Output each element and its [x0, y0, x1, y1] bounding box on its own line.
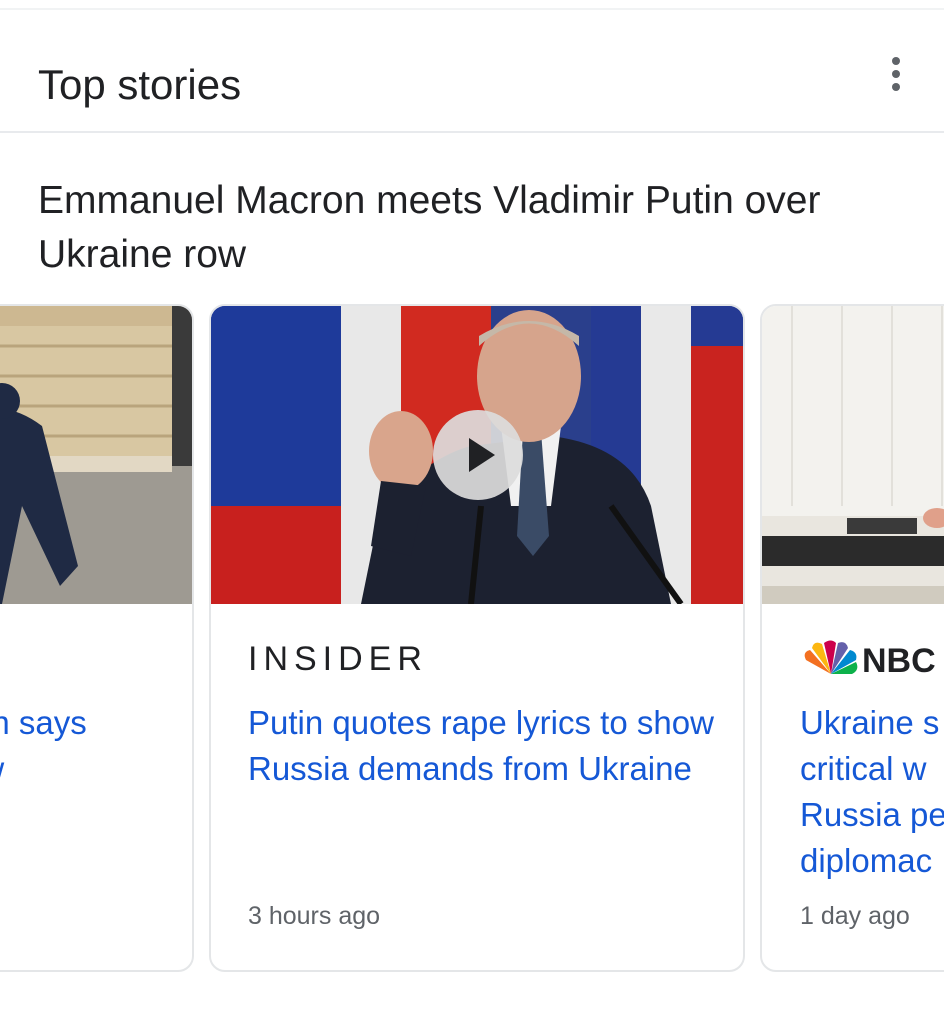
story-headline-1[interactable]: ron says ew	[0, 700, 162, 792]
nbc-peacock-icon	[804, 640, 858, 674]
story-headline-3-line2: critical w	[800, 750, 927, 787]
story-headline-1-line1: ron says	[0, 704, 87, 741]
story-heading[interactable]: Emmanuel Macron meets Vladimir Putin ove…	[38, 174, 918, 282]
source-logo-nbc: NBC	[800, 640, 936, 681]
story-card-2[interactable]: INSIDER Putin quotes rape lyrics to show…	[209, 304, 745, 972]
story-card-3[interactable]: NBC Ukraine s critical w Russia pe diplo…	[760, 304, 944, 972]
story-headline-3-line1: Ukraine s	[800, 704, 940, 741]
source-name-nbc: NBC	[862, 642, 936, 680]
story-headline-1-line2: ew	[0, 746, 162, 792]
story-headline-3[interactable]: Ukraine s critical w Russia pe diplomac	[800, 700, 944, 884]
play-icon	[469, 438, 495, 472]
story-headline-2[interactable]: Putin quotes rape lyrics to show Russia …	[248, 700, 718, 792]
story-thumbnail-2	[211, 306, 743, 604]
story-carousel[interactable]: ron says ew	[0, 304, 944, 974]
story-card-1[interactable]: ron says ew	[0, 304, 194, 972]
story-time-2: 3 hours ago	[248, 902, 381, 930]
section-title: Top stories	[38, 61, 242, 108]
story-thumbnail-3	[762, 306, 944, 604]
source-logo-insider: INSIDER	[248, 640, 428, 678]
more-vert-icon[interactable]	[882, 54, 910, 94]
story-thumbnail-1	[0, 306, 192, 604]
story-headline-3-line3: Russia pe	[800, 796, 944, 833]
play-video-button[interactable]	[433, 410, 523, 500]
story-headline-3-line4: diplomac	[800, 842, 933, 879]
story-time-3: 1 day ago	[800, 902, 910, 930]
top-stories-header: Top stories	[0, 10, 944, 133]
